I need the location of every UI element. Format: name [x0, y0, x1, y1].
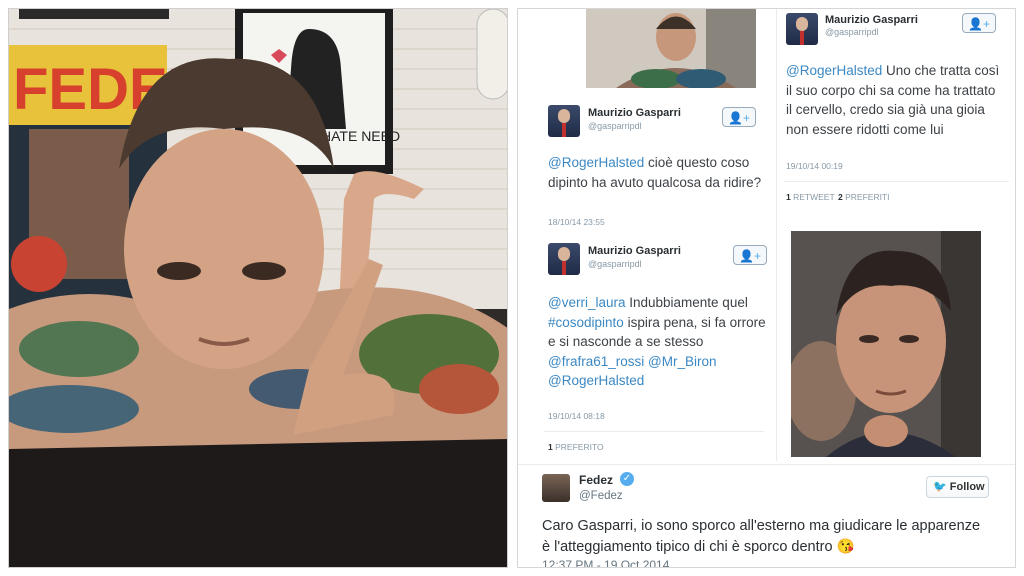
tweet-text: @verri_laura Indubbiamente quel #cosodipi…	[548, 293, 768, 391]
tweet-author-name[interactable]: Maurizio Gasparri	[588, 245, 681, 257]
retweets-stat[interactable]: 1 RETWEET	[786, 192, 835, 202]
tweet-hashtag[interactable]: #cosodipinto	[548, 315, 624, 330]
follow-button[interactable]: 👤+	[733, 245, 767, 265]
divider	[518, 464, 1015, 465]
verified-badge-icon: ✓	[620, 472, 634, 486]
tweets-composite: Maurizio Gasparri @gasparripdl 👤+ @Roger…	[517, 8, 1016, 568]
selfie-photo: FEDEZ HATE NEED	[8, 8, 508, 568]
tweet-mention[interactable]: @verri_laura	[548, 295, 625, 310]
tweet-mention-tail[interactable]: @frafra61_rossi	[548, 354, 644, 369]
follow-label: Follow	[949, 481, 985, 493]
avatar[interactable]	[548, 243, 580, 275]
tweet-mention[interactable]: @RogerHalsted	[548, 155, 644, 170]
fedez-tweet[interactable]: Fedez ✓ @Fedez 🐦 Follow Caro Gasparri, i…	[518, 464, 1015, 567]
twitter-bird-icon: 🐦	[933, 481, 947, 493]
add-user-icon: 👤+	[968, 17, 990, 31]
tweet-author-handle[interactable]: @gasparripdl	[588, 121, 642, 131]
tweet-timestamp[interactable]: 19/10/14 08:18	[548, 411, 605, 421]
wall-poster-text: HATE NEED	[321, 128, 400, 144]
tweet-author-name[interactable]: Maurizio Gasparri	[588, 107, 681, 119]
tweet-author-name[interactable]: Fedez	[579, 473, 613, 487]
tweet-mention-tail[interactable]: @Mr_Biron	[648, 354, 716, 369]
add-user-icon: 👤+	[739, 249, 761, 263]
avatar[interactable]	[786, 13, 818, 45]
tweet-timestamp[interactable]: 19/10/14 00:19	[786, 161, 843, 171]
tweet-mention-tail[interactable]: @RogerHalsted	[548, 373, 644, 388]
avatar[interactable]	[548, 105, 580, 137]
divider	[544, 431, 764, 432]
tweet-timestamp[interactable]: 12:37 PM - 19 Oct 2014	[542, 558, 669, 567]
tweet-mention[interactable]: @RogerHalsted	[786, 63, 882, 78]
divider	[776, 9, 777, 461]
tweet-author-name[interactable]: Maurizio Gasparri	[825, 14, 918, 26]
tweet-3[interactable]: Maurizio Gasparri @gasparripdl 👤+ @Roger…	[780, 9, 1015, 219]
avatar[interactable]	[542, 474, 570, 502]
tweet-text: Caro Gasparri, io sono sporco all'estern…	[542, 518, 981, 555]
follow-button[interactable]: 👤+	[962, 13, 996, 33]
tweet-body: Indubbiamente quel	[625, 295, 748, 310]
tweet-author-handle[interactable]: @gasparripdl	[825, 27, 879, 37]
divider	[784, 181, 1009, 182]
follow-button[interactable]: 👤+	[722, 107, 756, 127]
tweet-text: @RogerHalsted cioè questo coso dipinto h…	[548, 153, 763, 192]
tweet-author-handle[interactable]: @Fedez	[579, 490, 623, 502]
tweet-text: @RogerHalsted Uno che tratta così il suo…	[786, 61, 1001, 139]
favorites-stat[interactable]: 2 PREFERITI	[838, 192, 890, 202]
gasparri-photo	[791, 231, 981, 457]
tweet-1[interactable]: Maurizio Gasparri @gasparripdl 👤+ @Roger…	[518, 97, 773, 237]
add-user-icon: 👤+	[728, 111, 750, 125]
tweet-2[interactable]: Maurizio Gasparri @gasparripdl 👤+ @verri…	[518, 235, 773, 465]
fedez-photo-thumbnail	[586, 9, 756, 88]
selfie-illustration: FEDEZ HATE NEED	[9, 9, 507, 567]
tweet-author-handle[interactable]: @gasparripdl	[588, 259, 642, 269]
tweet-timestamp[interactable]: 18/10/14 23:55	[548, 217, 605, 227]
favorites-stat[interactable]: 1 PREFERITO	[548, 442, 604, 452]
follow-button[interactable]: 🐦 Follow	[926, 476, 989, 498]
